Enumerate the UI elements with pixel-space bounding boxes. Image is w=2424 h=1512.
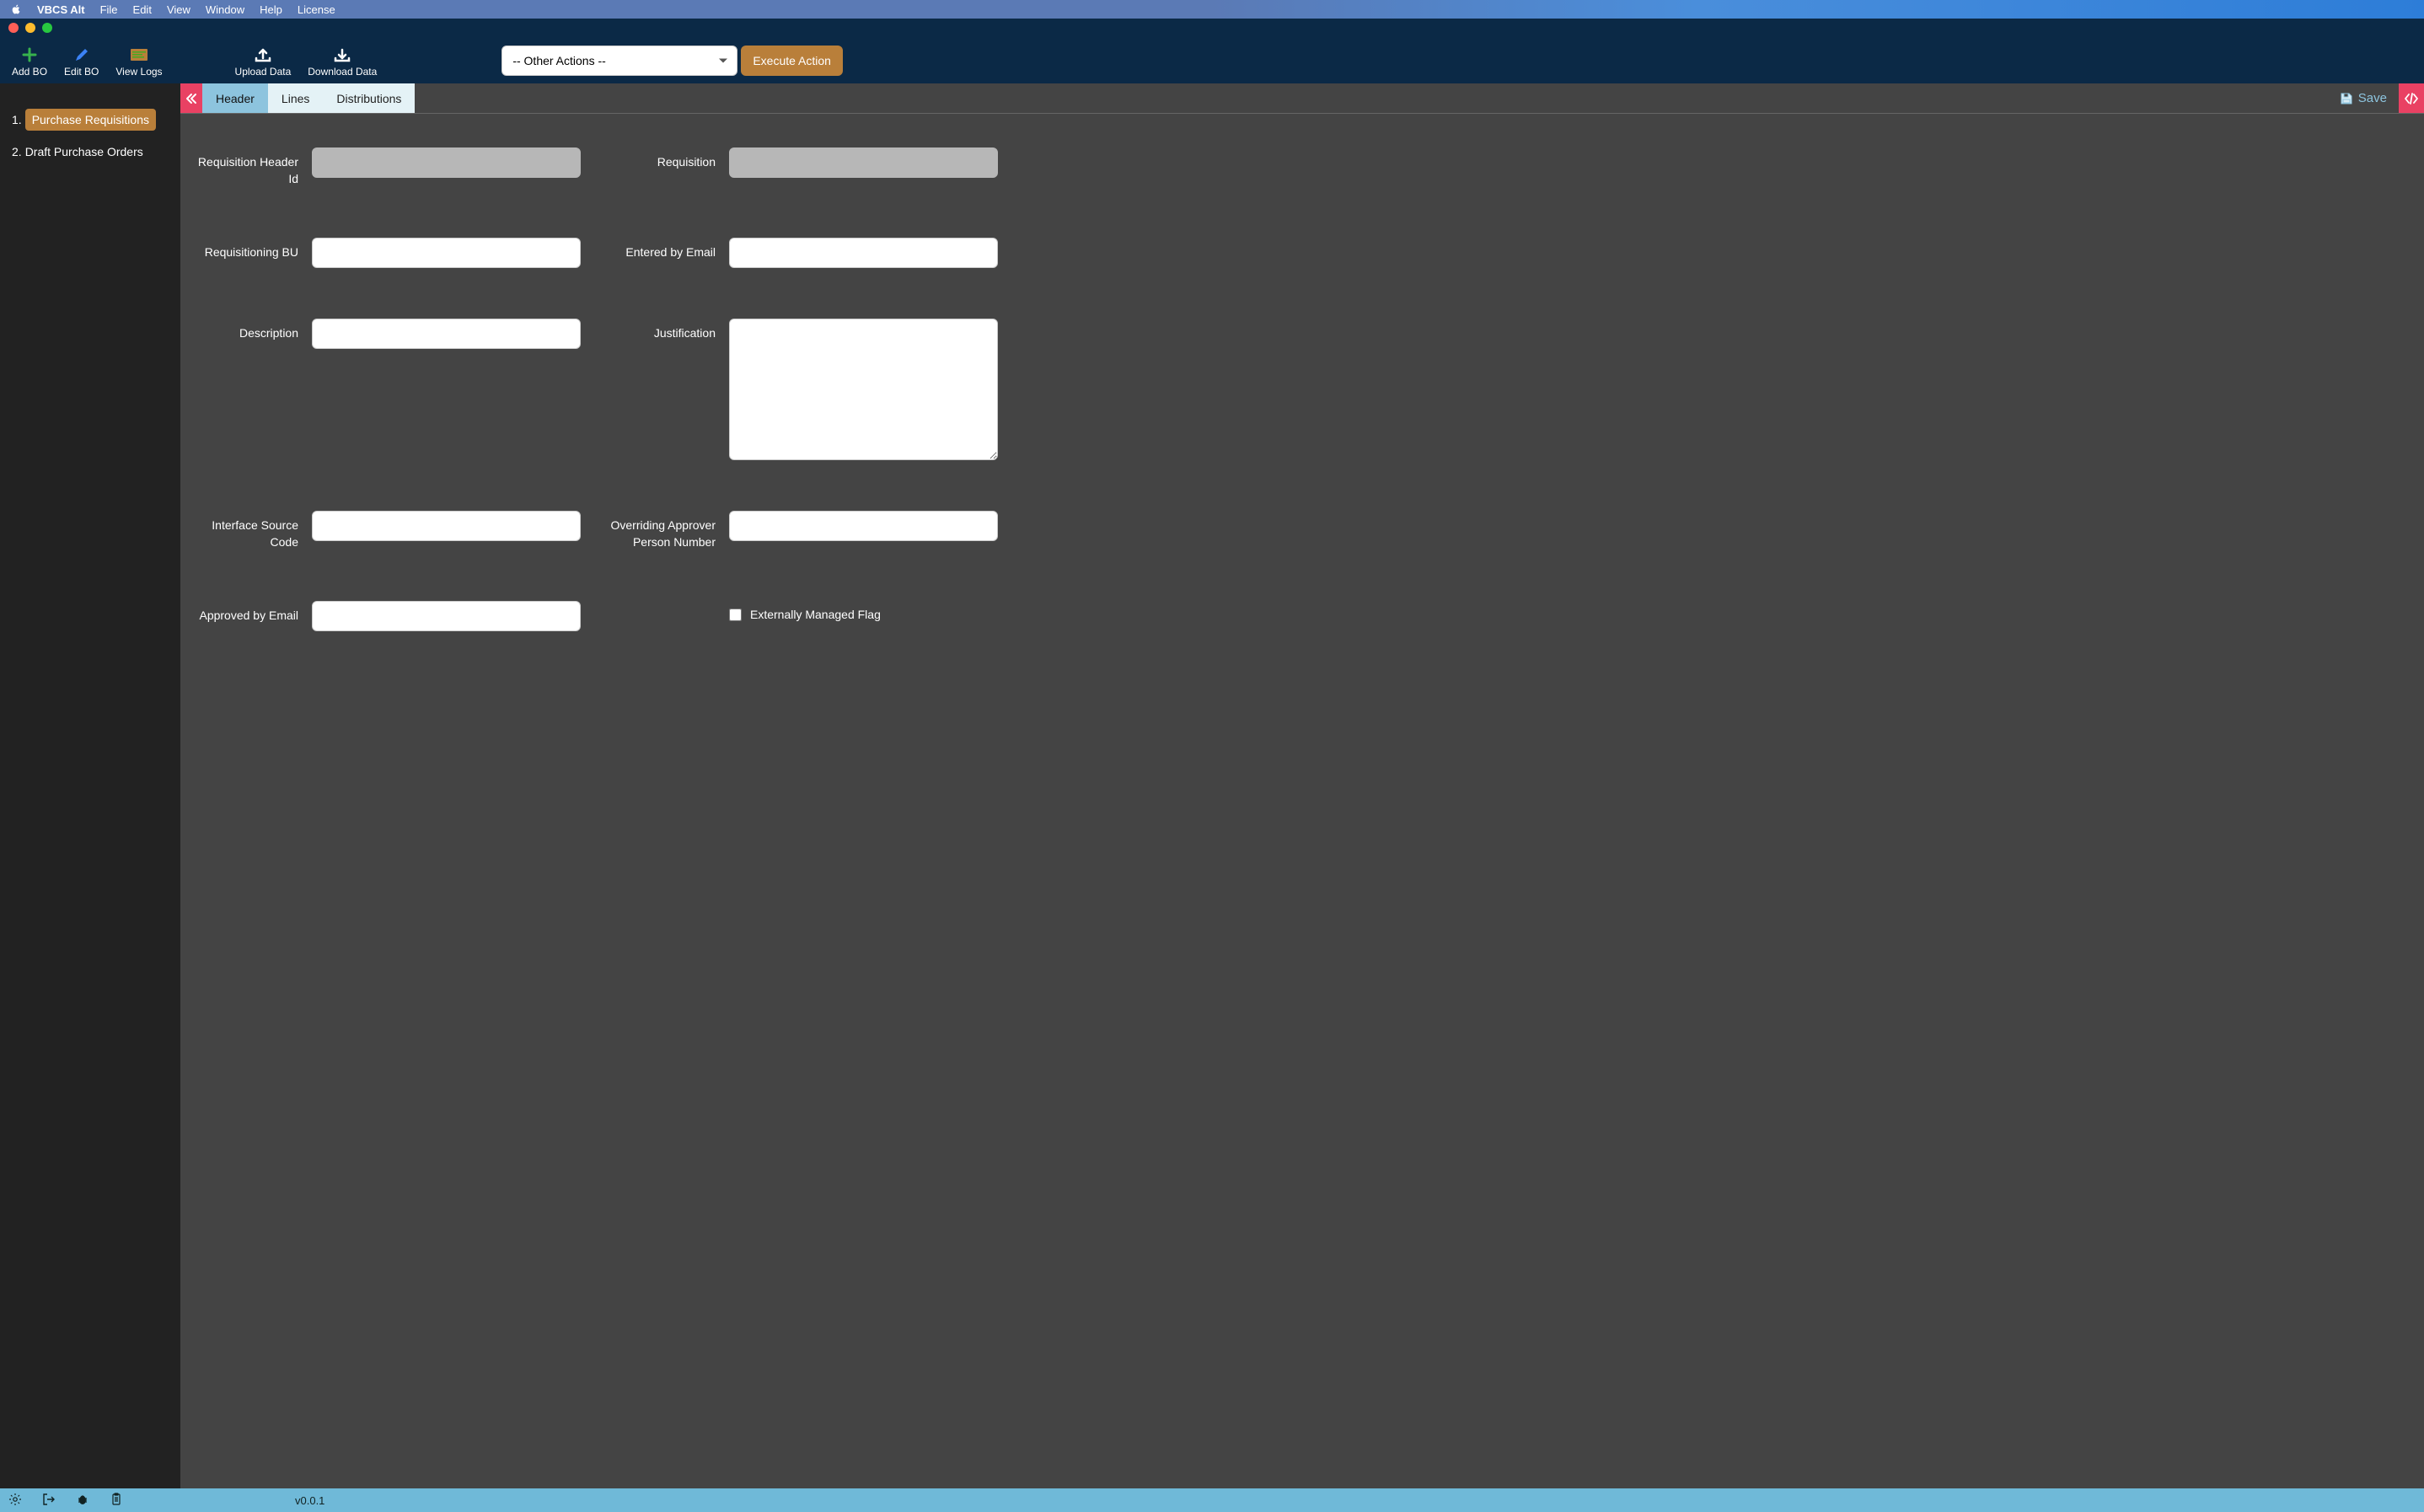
code-icon: [2404, 93, 2419, 105]
menu-file[interactable]: File: [100, 3, 118, 16]
chevron-double-left-icon: [185, 93, 197, 105]
field-overriding-approver: Overriding Approver Person Number: [606, 511, 998, 550]
download-icon: [332, 46, 352, 64]
form-scroll-area[interactable]: Requisition Header Id Requisition Requis…: [180, 114, 2424, 1488]
overriding-approver-input[interactable]: [729, 511, 998, 541]
add-bo-button[interactable]: Add BO: [5, 44, 54, 78]
bug-icon: [76, 1493, 89, 1506]
logout-button[interactable]: [42, 1493, 56, 1509]
requisition-header-id-input: [312, 147, 581, 178]
tab-row: Header Lines Distributions Save: [180, 83, 2424, 114]
tab-header[interactable]: Header: [202, 83, 268, 113]
apple-logo-icon: [10, 3, 22, 15]
field-entered-by-email: Entered by Email: [606, 238, 998, 268]
menu-window[interactable]: Window: [206, 3, 244, 16]
requisitioning-bu-input[interactable]: [312, 238, 581, 268]
status-bar: v0.0.1: [0, 1488, 2424, 1512]
version-label: v0.0.1: [295, 1494, 324, 1507]
save-icon: [2340, 92, 2353, 105]
field-approved-by-email: Approved by Email: [189, 601, 581, 631]
download-data-label: Download Data: [308, 66, 377, 78]
approved-by-email-input[interactable]: [312, 601, 581, 631]
checkbox-label: Externally Managed Flag: [750, 608, 881, 621]
field-interface-source-code: Interface Source Code: [189, 511, 581, 550]
save-button[interactable]: Save: [2331, 91, 2395, 105]
menu-view[interactable]: View: [167, 3, 190, 16]
tab-distributions[interactable]: Distributions: [323, 83, 415, 113]
field-label: Entered by Email: [606, 238, 716, 261]
edit-bo-label: Edit BO: [64, 66, 99, 78]
content-panel: Header Lines Distributions Save Requisit…: [180, 83, 2424, 1488]
macos-menu-bar: VBCS Alt File Edit View Window Help Lice…: [0, 0, 2424, 19]
entered-by-email-input[interactable]: [729, 238, 998, 268]
field-label: Requisition: [606, 147, 716, 171]
field-label: Description: [189, 319, 298, 342]
view-logs-label: View Logs: [115, 66, 162, 78]
menu-license[interactable]: License: [298, 3, 335, 16]
pencil-icon: [72, 46, 92, 64]
code-view-button[interactable]: [2399, 83, 2424, 113]
sidebar-item-draft-purchase-orders[interactable]: Draft Purchase Orders: [12, 141, 169, 163]
requisition-input: [729, 147, 998, 178]
field-requisition-header-id: Requisition Header Id: [189, 147, 581, 187]
menu-edit[interactable]: Edit: [133, 3, 152, 16]
field-justification: Justification: [606, 319, 998, 460]
app-toolbar: Add BO Edit BO View Logs Upload Data: [0, 37, 2424, 83]
other-actions-select[interactable]: -- Other Actions --: [501, 46, 737, 76]
add-bo-label: Add BO: [12, 66, 47, 78]
sidebar: Purchase Requisitions Draft Purchase Ord…: [0, 83, 180, 1488]
field-label: Requisitioning BU: [189, 238, 298, 261]
upload-data-label: Upload Data: [235, 66, 292, 78]
externally-managed-flag-checkbox[interactable]: [729, 609, 742, 621]
upload-icon: [253, 46, 273, 64]
app-name[interactable]: VBCS Alt: [37, 3, 85, 16]
field-label: Requisition Header Id: [189, 147, 298, 187]
save-label: Save: [2358, 91, 2387, 105]
gear-icon: [8, 1493, 22, 1506]
field-label: Approved by Email: [189, 601, 298, 625]
menu-help[interactable]: Help: [260, 3, 282, 16]
field-label: Justification: [606, 319, 716, 342]
edit-bo-button[interactable]: Edit BO: [57, 44, 105, 78]
plus-icon: [19, 46, 40, 64]
execute-action-button[interactable]: Execute Action: [741, 46, 843, 76]
sidebar-item-label: Draft Purchase Orders: [25, 141, 143, 163]
settings-button[interactable]: [8, 1493, 22, 1509]
sidebar-item-label: Purchase Requisitions: [25, 109, 156, 131]
clipboard-icon: [110, 1493, 123, 1506]
clipboard-button[interactable]: [110, 1493, 123, 1509]
interface-source-code-input[interactable]: [312, 511, 581, 541]
bug-button[interactable]: [76, 1493, 89, 1509]
download-data-button[interactable]: Download Data: [301, 44, 383, 78]
tab-lines[interactable]: Lines: [268, 83, 323, 113]
justification-textarea[interactable]: [729, 319, 998, 460]
field-requisition: Requisition: [606, 147, 998, 187]
logs-icon: [129, 46, 149, 64]
sidebar-item-purchase-requisitions[interactable]: Purchase Requisitions: [12, 109, 169, 131]
maximize-window-button[interactable]: [42, 23, 52, 33]
window-titlebar: [0, 19, 2424, 37]
upload-data-button[interactable]: Upload Data: [228, 44, 298, 78]
field-label: Interface Source Code: [189, 511, 298, 550]
description-input[interactable]: [312, 319, 581, 349]
field-requisitioning-bu: Requisitioning BU: [189, 238, 581, 268]
field-description: Description: [189, 319, 581, 460]
field-label: Overriding Approver Person Number: [606, 511, 716, 550]
view-logs-button[interactable]: View Logs: [109, 44, 169, 78]
close-window-button[interactable]: [8, 23, 19, 33]
collapse-sidebar-button[interactable]: [180, 83, 202, 113]
minimize-window-button[interactable]: [25, 23, 35, 33]
field-externally-managed-flag: Externally Managed Flag: [606, 601, 998, 631]
logout-icon: [42, 1493, 56, 1506]
